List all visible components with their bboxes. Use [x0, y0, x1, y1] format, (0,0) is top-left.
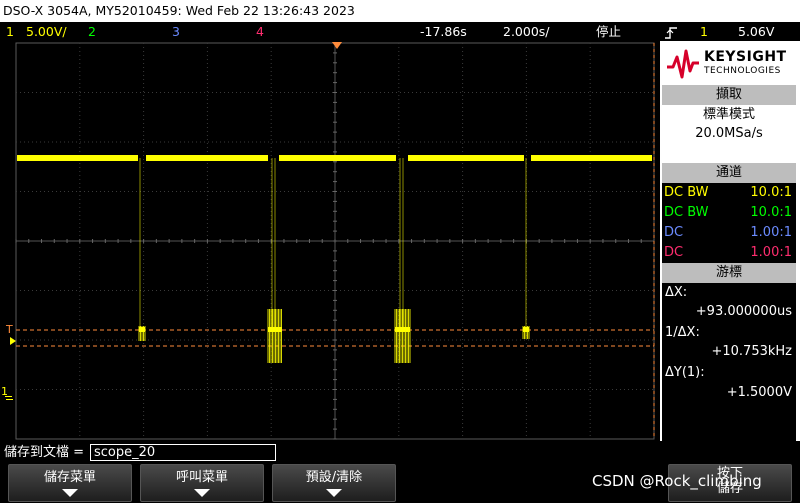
- run-state: 停止: [596, 24, 622, 39]
- ch1-offset-arrow[interactable]: [10, 337, 16, 345]
- ch1-number[interactable]: 1: [6, 22, 14, 41]
- delta-x-label: ΔX:: [665, 285, 688, 300]
- time-offset[interactable]: -17.86s: [420, 22, 467, 41]
- channels-header[interactable]: 通道: [662, 163, 796, 183]
- channel-coupling: DC BW: [664, 205, 709, 220]
- window-title: DSO-X 3054A, MY52010459: Wed Feb 22 13:2…: [0, 0, 800, 22]
- ch3-number[interactable]: 3: [172, 22, 180, 41]
- keysight-logo: KEYSIGHT TECHNOLOGIES: [662, 43, 796, 83]
- channel-coupling: DC: [664, 225, 684, 240]
- ch1-trace-segment: [146, 155, 268, 161]
- info-panel: KEYSIGHT TECHNOLOGIES 擷取 標準模式 20.0MSa/s …: [660, 41, 800, 443]
- arrow-down-icon: [326, 489, 342, 497]
- trigger-channel: 1: [700, 24, 708, 39]
- arrow-down-icon: [62, 489, 78, 497]
- acquisition-header[interactable]: 擷取: [662, 85, 796, 105]
- waveform-display[interactable]: [0, 41, 658, 441]
- ch1-low-pulse: [395, 327, 410, 332]
- trigger-level-marker[interactable]: T: [6, 324, 13, 335]
- ch1-low-pulse: [523, 327, 529, 332]
- channel-row[interactable]: DC 1.00:1: [662, 243, 796, 263]
- waveform-canvas: [15, 42, 655, 440]
- channel-row[interactable]: DC BW 10.0:1: [662, 203, 796, 223]
- arrow-down-icon: [194, 489, 210, 497]
- ch1-low-pulse: [139, 327, 145, 332]
- softkey-label: 儲存菜單: [43, 470, 96, 485]
- default-erase-softkey[interactable]: 預設/清除: [272, 464, 396, 502]
- channel-probe: 1.00:1: [750, 245, 792, 260]
- ch1-trace-segment: [408, 155, 524, 161]
- inverse-delta-x-value: +10.753kHz: [711, 344, 792, 359]
- channel-coupling: DC BW: [664, 185, 709, 200]
- watermark: CSDN @Rock_climbing: [592, 472, 762, 490]
- delta-x-value: +93.000000us: [695, 304, 792, 319]
- channel-probe: 10.0:1: [750, 205, 792, 220]
- ch1-trace-segment: [17, 155, 138, 161]
- channel-coupling: DC: [664, 245, 684, 260]
- ch1-trace-segment: [279, 155, 396, 161]
- status-bar: 1 5.00V/ 2 3 4 -17.86s 2.000s/ 停止 1 5.06…: [0, 22, 800, 41]
- ch4-number[interactable]: 4: [256, 22, 264, 41]
- channel-probe: 10.0:1: [750, 185, 792, 200]
- ch2-number[interactable]: 2: [88, 22, 96, 41]
- ch1-trace-segment: [531, 155, 652, 161]
- time-scale[interactable]: 2.000s/: [503, 22, 550, 41]
- logo-text: KEYSIGHT: [704, 49, 787, 65]
- trigger-position-marker[interactable]: [332, 42, 342, 49]
- panel-filler: [662, 403, 796, 441]
- keysight-wave-icon: [667, 49, 699, 79]
- ch1-low-pulse: [268, 327, 282, 332]
- acquisition-mode: 標準模式: [702, 107, 755, 122]
- cursors-header[interactable]: 游標: [662, 263, 796, 283]
- save-to-file-label: 儲存到文檔 =: [4, 445, 85, 460]
- logo-subtext: TECHNOLOGIES: [704, 66, 781, 76]
- delta-y-value: +1.5000V: [726, 385, 792, 400]
- trigger-level[interactable]: 5.06V: [738, 22, 774, 41]
- channel-row[interactable]: DC BW 10.0:1: [662, 183, 796, 203]
- trigger-edge-icon: [664, 22, 678, 41]
- sample-rate: 20.0MSa/s: [695, 126, 763, 141]
- ground-icon: [5, 396, 12, 397]
- delta-y-label: ΔY(1):: [665, 365, 705, 380]
- recall-menu-softkey[interactable]: 呼叫菜單: [140, 464, 264, 502]
- softkey-label: 預設/清除: [305, 470, 363, 485]
- ch1-scale[interactable]: 5.00V/: [26, 22, 67, 41]
- channel-probe: 1.00:1: [750, 225, 792, 240]
- channel-row[interactable]: DC 1.00:1: [662, 223, 796, 243]
- inverse-delta-x-label: 1/ΔX:: [665, 325, 700, 340]
- file-name-field[interactable]: scope_20: [90, 444, 276, 461]
- save-menu-softkey[interactable]: 儲存菜單: [8, 464, 132, 502]
- softkey-label: 呼叫菜單: [175, 470, 228, 485]
